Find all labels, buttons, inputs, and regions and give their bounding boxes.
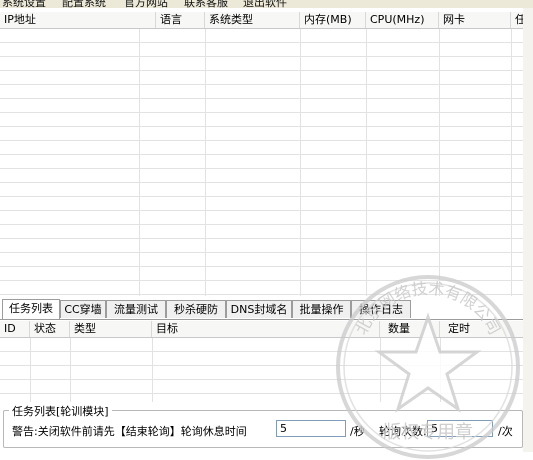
column-type[interactable]: 类型 <box>70 321 152 337</box>
tab-batch[interactable]: 批量操作 <box>292 300 351 318</box>
poll-module-title: 任务列表[轮训模块] <box>9 403 112 419</box>
column-id[interactable]: ID <box>0 321 30 337</box>
task-grid[interactable] <box>0 338 523 402</box>
tab-cc[interactable]: CC穿墙 <box>60 300 106 318</box>
tab-log[interactable]: 操作日志 <box>351 300 411 318</box>
menu-item-website[interactable]: 官方网站 <box>124 0 168 8</box>
column-os-type[interactable]: 系统类型 <box>205 12 300 28</box>
column-count[interactable]: 数量 <box>380 321 440 337</box>
host-grid[interactable] <box>0 29 523 296</box>
poll-warning-text: 警告:关闭软件前请先【结束轮询】轮询休息时间 <box>12 425 247 438</box>
poll-count-unit: /次 <box>498 425 513 438</box>
column-target[interactable]: 目标 <box>152 321 380 337</box>
menu-item-support[interactable]: 联系客服 <box>184 0 228 8</box>
menu-item-config[interactable]: 配置系统 <box>62 0 106 8</box>
vertical-scrollbar[interactable] <box>523 8 533 452</box>
poll-interval-unit: /秒 <box>350 425 365 438</box>
column-schedule[interactable]: 定时 <box>440 321 523 337</box>
poll-interval-input[interactable]: 5 <box>276 420 346 437</box>
column-status[interactable]: 状态 <box>30 321 70 337</box>
tab-traffic-test[interactable]: 流量测试 <box>106 300 166 318</box>
tab-dns[interactable]: DNS封域名 <box>226 300 292 318</box>
menu-bar: 系统设置 配置系统 官方网站 联系客服 退出软件 <box>0 0 533 8</box>
column-task[interactable]: 任 <box>511 12 523 28</box>
column-memory[interactable]: 内存(MB) <box>300 12 366 28</box>
column-ip[interactable]: IP地址 <box>0 12 156 28</box>
host-grid-lines <box>0 29 523 296</box>
task-grid-header: ID 状态 类型 目标 数量 定时 <box>0 321 523 338</box>
column-nic[interactable]: 网卡 <box>439 12 511 28</box>
tab-strip: 任务列表 CC穿墙 流量测试 秒杀硬防 DNS封域名 批量操作 操作日志 <box>0 299 523 320</box>
poll-count-input[interactable]: 5 <box>427 420 493 437</box>
column-language[interactable]: 语言 <box>156 12 205 28</box>
task-grid-lines <box>0 338 523 402</box>
poll-module-groupbox: 任务列表[轮训模块] 警告:关闭软件前请先【结束轮询】轮询休息时间 5 /秒 轮… <box>3 403 523 448</box>
menu-item-exit[interactable]: 退出软件 <box>243 0 287 8</box>
tab-task-list[interactable]: 任务列表 <box>2 299 60 319</box>
column-cpu[interactable]: CPU(MHz) <box>366 12 439 28</box>
tab-hard-defense[interactable]: 秒杀硬防 <box>166 300 226 318</box>
menu-item-system-settings[interactable]: 系统设置 <box>2 0 46 8</box>
host-grid-header: IP地址 语言 系统类型 内存(MB) CPU(MHz) 网卡 任 <box>0 12 523 29</box>
poll-count-label: 轮询次数: <box>379 425 427 438</box>
